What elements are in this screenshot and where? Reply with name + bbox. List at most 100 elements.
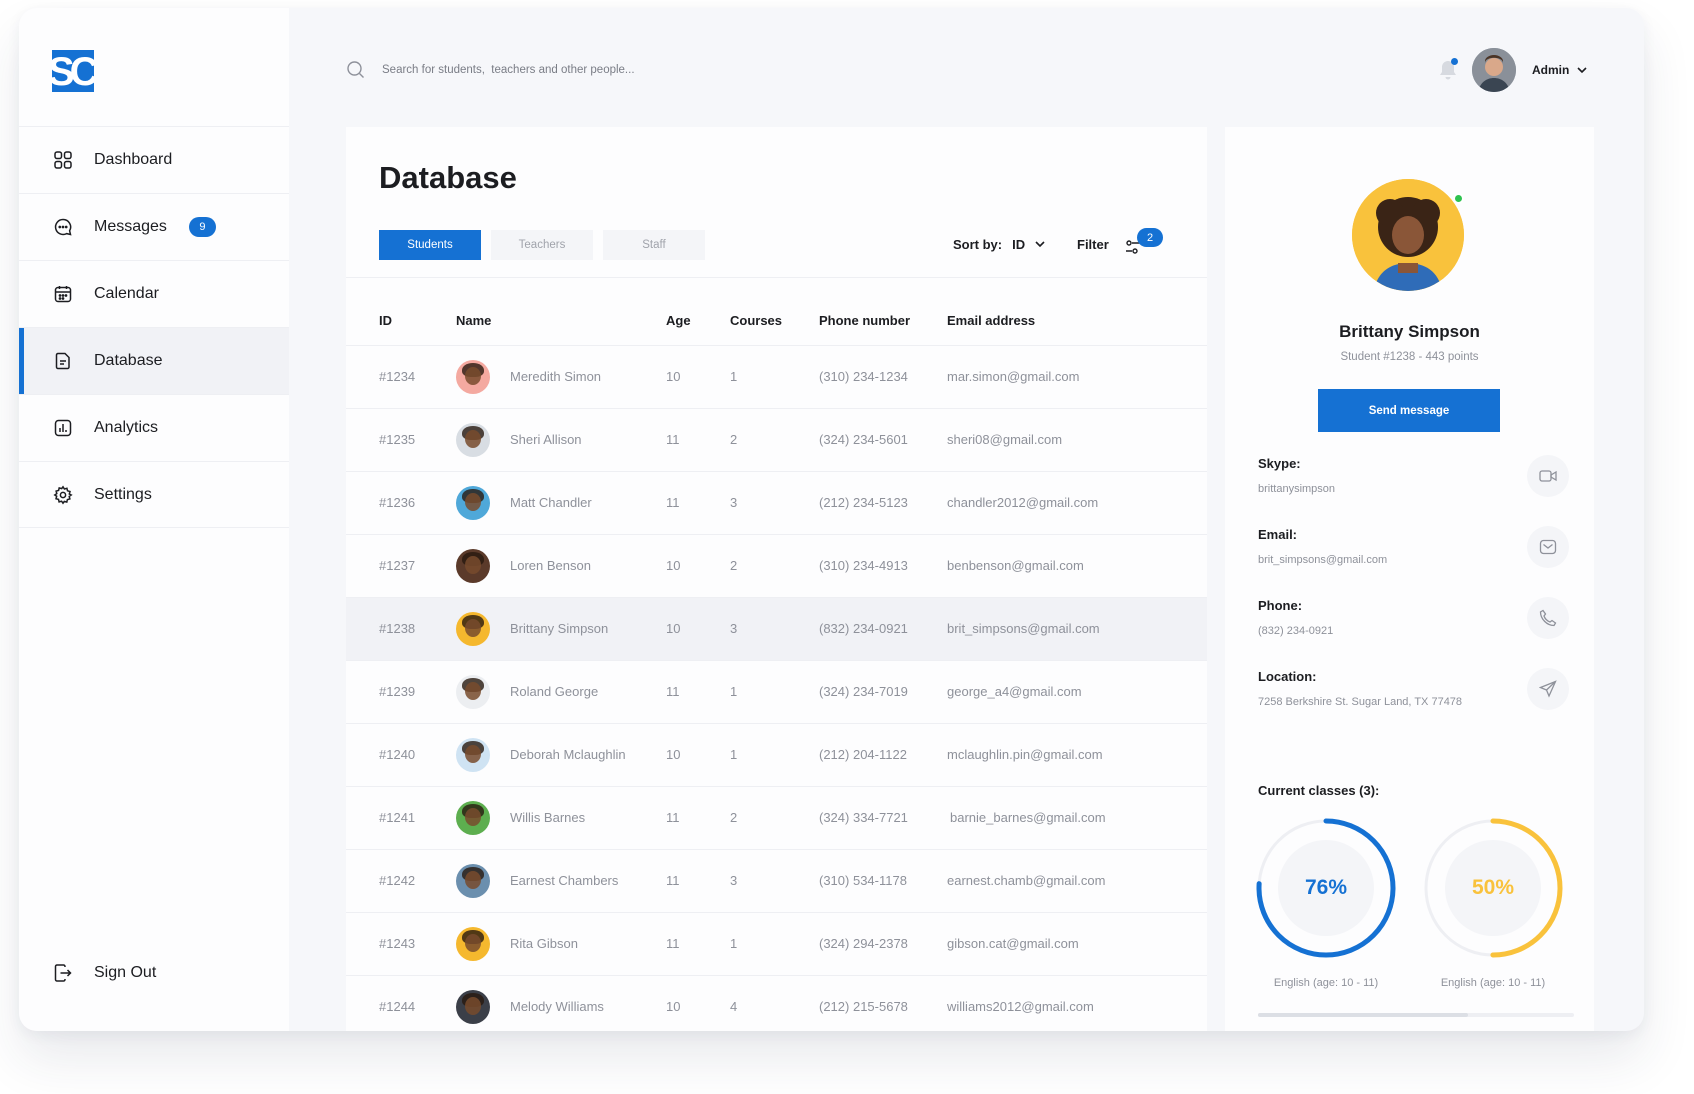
class-progress-gauge[interactable]: 50% (1418, 813, 1568, 963)
messages-count-badge: 9 (188, 217, 216, 237)
column-header-email[interactable]: Email address (947, 297, 1207, 346)
sidebar-item-analytics[interactable]: Analytics (19, 394, 289, 461)
video-call-button[interactable] (1527, 455, 1569, 497)
cell-courses: 1 (730, 912, 819, 976)
cell-email: mclaughlin.pin@gmail.com (947, 723, 1207, 787)
sidebar-item-label: Database (94, 352, 163, 369)
student-name: Melody Williams (510, 999, 604, 1014)
phone-label: Phone: (1258, 598, 1303, 613)
class-progress-gauge[interactable]: 76% (1251, 813, 1401, 963)
send-message-button[interactable]: Send message (1318, 389, 1500, 432)
name-cell: Rita Gibson (456, 926, 666, 961)
search-input[interactable] (382, 64, 702, 76)
column-header-courses[interactable]: Courses (730, 297, 819, 346)
cell-phone: (310) 534-1178 (819, 849, 947, 913)
sidebar-item-dashboard[interactable]: Dashboard (19, 126, 289, 193)
sidebar-item-label: Settings (94, 485, 152, 503)
cell-phone: (324) 334-7721 (819, 786, 947, 850)
cell-name: Meredith Simon (456, 345, 666, 409)
avatar (456, 674, 490, 709)
calendar-icon (53, 284, 73, 304)
notifications-button[interactable] (1437, 58, 1459, 82)
cell-name: Matt Chandler (456, 471, 666, 535)
cell-email: gibson.cat@gmail.com (947, 912, 1207, 976)
sidebar: SC Dashboard Messages 9 Calendar Databas… (19, 8, 289, 1031)
column-header-id[interactable]: ID (346, 297, 456, 346)
user-menu-label: Admin (1532, 63, 1570, 77)
column-header-phone[interactable]: Phone number (819, 297, 947, 346)
document-icon (53, 351, 73, 371)
student-name: Matt Chandler (510, 495, 592, 510)
sort-dropdown[interactable]: Sort by: ID (953, 237, 1045, 252)
filter-toggle[interactable]: 2 (1125, 228, 1165, 258)
table-row[interactable]: #1243 Rita Gibson 11 1 (324) 294-2378 gibson.… (346, 912, 1207, 976)
gauge-value: 50% (1471, 876, 1515, 899)
sidebar-item-label: Calendar (94, 285, 159, 302)
table-row[interactable]: #1241 Willis Barnes 11 2 (324) 334-7721 barni… (346, 786, 1207, 850)
call-button[interactable] (1527, 597, 1569, 639)
cell-courses: 1 (730, 723, 819, 787)
sidebar-item-database[interactable]: Database (19, 327, 289, 394)
user-menu[interactable]: Admin (1532, 63, 1587, 77)
cell-id: #1236 (346, 471, 456, 535)
skype-value: brittanysimpson (1258, 483, 1336, 495)
sidebar-item-settings[interactable]: Settings (19, 461, 289, 528)
cell-id: #1237 (346, 534, 456, 598)
user-avatar[interactable] (1472, 48, 1516, 92)
table-row[interactable]: #1234 Meredith Simon 10 1 (310) 234-1234 mar.… (346, 345, 1207, 409)
location-value: 7258 Berkshire St. Sugar Land, TX 77478 (1258, 696, 1463, 708)
notification-dot (1451, 58, 1458, 65)
profile-name: Brittany Simpson (1339, 322, 1480, 341)
phone-value: (832) 234-0921 (1258, 625, 1334, 637)
filter-button[interactable]: Filter (1077, 237, 1109, 252)
tab-students[interactable]: Students (379, 230, 481, 260)
sign-out-button[interactable]: Sign Out (53, 963, 156, 983)
sidebar-item-calendar[interactable]: Calendar (19, 260, 289, 327)
cell-age: 11 (666, 786, 730, 850)
cell-id: #1240 (346, 723, 456, 787)
sort-value: ID (1012, 237, 1026, 252)
cell-phone: (324) 234-5601 (819, 408, 947, 472)
app-logo[interactable]: SC (52, 50, 94, 92)
online-status-dot (1453, 193, 1464, 204)
table-row[interactable]: #1240 Deborah Mclaughlin 10 1 (212) 204-1122… (346, 723, 1207, 787)
column-header-name[interactable]: Name (456, 297, 666, 346)
table-row[interactable]: #1244 Melody Williams 10 4 (212) 215-5678 wil… (346, 975, 1207, 1031)
gauge-caption: English (age: 10 - 11) (1273, 977, 1379, 989)
table-row[interactable]: #1236 Matt Chandler 11 3 (212) 234-5123 chand… (346, 471, 1207, 535)
avatar (456, 863, 490, 898)
table-row[interactable]: #1237 Loren Benson 10 2 (310) 234-4913 benben… (346, 534, 1207, 598)
send-email-button[interactable] (1527, 526, 1569, 568)
cell-courses: 2 (730, 408, 819, 472)
search-icon (347, 61, 364, 78)
cell-name: Brittany Simpson (456, 597, 666, 661)
chevron-down-icon (1577, 66, 1587, 73)
cell-email: brit_simpsons@gmail.com (947, 597, 1207, 661)
table-row-selected[interactable]: #1238 Brittany Simpson 10 3 (832) 234-0921 br… (346, 597, 1207, 661)
cell-phone: (212) 215-5678 (819, 975, 947, 1031)
cell-age: 10 (666, 345, 730, 409)
cell-courses: 3 (730, 597, 819, 661)
tab-staff[interactable]: Staff (603, 230, 705, 260)
student-name: Roland George (510, 684, 599, 699)
sidebar-item-label: Dashboard (94, 151, 173, 168)
navigate-button[interactable] (1527, 668, 1569, 710)
table-row[interactable]: #1242 Earnest Chambers 11 3 (310) 534-1178 ea… (346, 849, 1207, 913)
sidebar-item-messages[interactable]: Messages 9 (19, 193, 289, 260)
student-name: Meredith Simon (510, 369, 602, 384)
table-row[interactable]: #1235 Sheri Allison 11 2 (324) 234-5601 sheri… (346, 408, 1207, 472)
cell-email: george_a4@gmail.com (947, 660, 1207, 724)
classes-scrollbar[interactable] (1258, 1013, 1574, 1017)
tab-teachers[interactable]: Teachers (491, 230, 593, 260)
column-header-age[interactable]: Age (666, 297, 730, 346)
table-header-row: ID Name Age Courses Phone number Email a… (346, 297, 1207, 346)
mail-icon (1539, 539, 1557, 555)
table-row[interactable]: #1239 Roland George 11 1 (324) 234-7019 georg… (346, 660, 1207, 724)
cell-id: #1234 (346, 345, 456, 409)
student-name: Willis Barnes (510, 810, 586, 825)
avatar (456, 926, 490, 961)
cell-name: Earnest Chambers (456, 849, 666, 913)
scrollbar-thumb[interactable] (1258, 1013, 1468, 1017)
cell-courses: 1 (730, 660, 819, 724)
current-classes-label: Current classes (3): (1258, 783, 1380, 798)
